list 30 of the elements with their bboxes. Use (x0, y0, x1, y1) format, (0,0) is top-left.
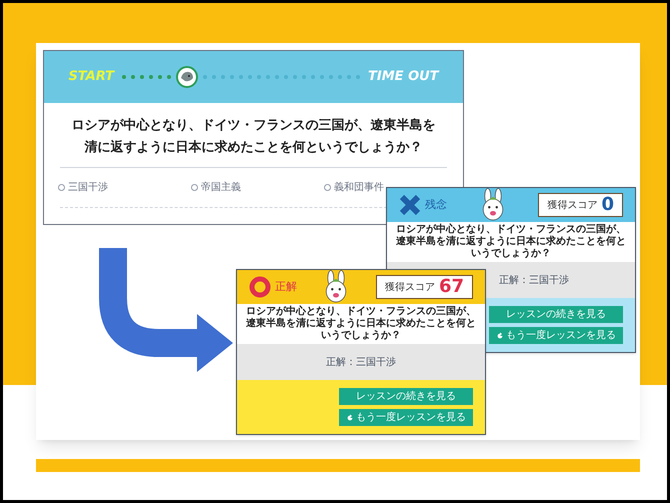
score-value: 0 (601, 196, 614, 214)
cross-icon (399, 194, 421, 216)
score-label: 獲得スコア (384, 280, 435, 294)
radio-button[interactable] (58, 184, 65, 191)
radio-button[interactable] (324, 184, 331, 191)
choice-label: 帝国主義 (201, 180, 241, 195)
lesson-button[interactable]: もう一度レッスンを見る (339, 409, 473, 426)
replay-icon (496, 332, 504, 340)
choice-label: 三国干渉 (68, 180, 108, 195)
answer-choice[interactable]: 三国干渉 (58, 180, 108, 195)
question-text: ロシアが中心となり、ドイツ・フランスの三国が、遼東半島を清に返すように日本に求めたことを何というでしょうか？ (70, 116, 436, 157)
answer-choice[interactable]: 帝国主義 (191, 180, 241, 195)
lesson-button[interactable]: レッスンの続きを見る (339, 388, 473, 405)
answer-choice[interactable]: 義和団事件 (324, 180, 384, 195)
question-text: ロシアが中心となり、ドイツ・フランスの三国が、遼東半島を清に返すように日本に求めたことを何というでしょうか？ (245, 304, 477, 343)
answer-text: 正解：三国干渉 (499, 274, 569, 288)
question-text: ロシアが中心となり、ドイツ・フランスの三国が、遼東半島を清に返すように日本に求めたことを何というでしょうか？ (395, 222, 627, 261)
replay-icon (346, 414, 354, 422)
result-status: 残念 (425, 196, 447, 213)
radio-button[interactable] (191, 184, 198, 191)
lesson-button[interactable]: レッスンの続きを見る (489, 306, 623, 323)
result-status: 正解 (275, 278, 297, 295)
start-label: START (68, 68, 114, 86)
lesson-button[interactable]: もう一度レッスンを見る (489, 327, 623, 344)
answer-text: 正解：三国干渉 (326, 356, 396, 370)
choice-label: 義和団事件 (334, 180, 384, 195)
score-value: 67 (438, 278, 464, 296)
circle-icon (249, 276, 271, 298)
score-label: 獲得スコア (547, 198, 598, 212)
time-out-label: TIME OUT (368, 68, 439, 86)
